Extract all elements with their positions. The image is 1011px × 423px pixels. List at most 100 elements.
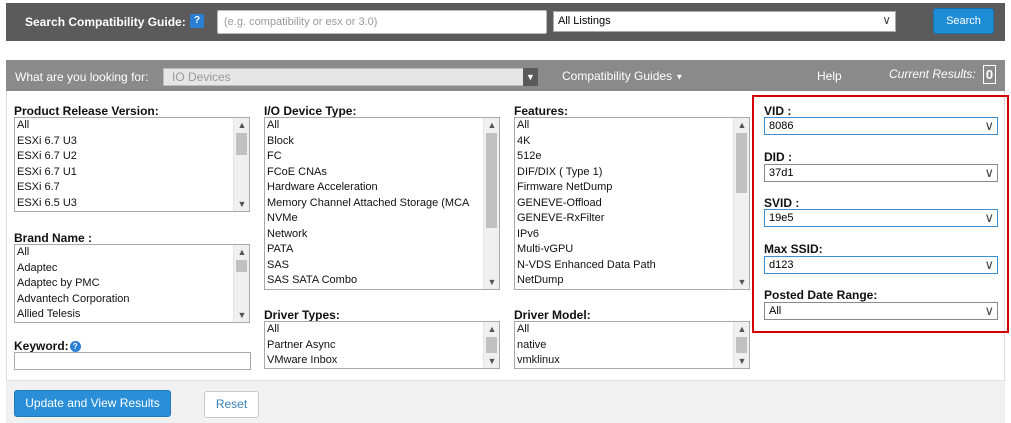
list-item[interactable]: All xyxy=(265,322,499,338)
scroll-down-icon[interactable]: ▼ xyxy=(484,354,499,368)
listings-select-value: All Listings xyxy=(558,15,611,27)
update-results-button[interactable]: Update and View Results xyxy=(14,390,171,417)
list-item[interactable]: Advantech Corporation xyxy=(15,292,249,308)
brand-name-listbox[interactable]: All Adaptec Adaptec by PMC Advantech Cor… xyxy=(14,244,250,323)
vid-select[interactable]: 8086 ∨ xyxy=(764,117,998,135)
scroll-thumb[interactable] xyxy=(736,337,747,353)
list-item[interactable]: ESXi 6.7 U1 xyxy=(15,165,249,181)
scroll-thumb[interactable] xyxy=(236,260,247,272)
list-item[interactable]: Memory Channel Attached Storage (MCA xyxy=(265,196,499,212)
list-item[interactable]: 4K xyxy=(515,134,749,150)
scrollbar[interactable]: ▲ ▼ xyxy=(483,322,499,368)
scrollbar[interactable]: ▲ ▼ xyxy=(233,118,249,211)
list-item[interactable]: N-VDS Enhanced Data Path xyxy=(515,258,749,274)
list-item[interactable]: All xyxy=(515,322,749,338)
posted-date-label: Posted Date Range: xyxy=(764,288,878,302)
scroll-down-icon[interactable]: ▼ xyxy=(734,275,749,289)
scrollbar[interactable]: ▲ ▼ xyxy=(733,322,749,368)
list-item[interactable]: NetDump xyxy=(515,273,749,289)
list-item[interactable]: FCoE CNAs xyxy=(265,165,499,181)
search-button[interactable]: Search xyxy=(933,8,994,34)
scroll-down-icon[interactable]: ▼ xyxy=(734,354,749,368)
list-item[interactable]: SAS xyxy=(265,258,499,274)
chevron-down-icon: ∨ xyxy=(984,257,994,272)
scrollbar[interactable]: ▲ ▼ xyxy=(483,118,499,289)
list-item[interactable]: Adaptec xyxy=(15,261,249,277)
scroll-thumb[interactable] xyxy=(736,133,747,193)
listings-select[interactable]: All Listings ∨ xyxy=(553,11,896,32)
list-item[interactable]: GENEVE-Offload xyxy=(515,196,749,212)
scroll-up-icon[interactable]: ▲ xyxy=(484,118,499,132)
list-item[interactable]: Firmware NetDump xyxy=(515,180,749,196)
driver-types-label: Driver Types: xyxy=(264,308,340,322)
device-type-select[interactable]: IO Devices ▼ xyxy=(163,68,538,86)
compatibility-guides-label: Compatibility Guides xyxy=(562,69,673,83)
list-item[interactable]: Partner Async xyxy=(265,338,499,354)
max-ssid-select[interactable]: d123 ∨ xyxy=(764,256,998,274)
list-item[interactable]: vmklinux xyxy=(515,353,749,368)
scroll-thumb[interactable] xyxy=(486,133,497,228)
guide-nav-bar: What are you looking for: IO Devices ▼ C… xyxy=(6,60,1005,91)
posted-date-select[interactable]: All ∨ xyxy=(764,302,998,320)
scroll-down-icon[interactable]: ▼ xyxy=(234,197,249,211)
reset-button[interactable]: Reset xyxy=(204,391,259,418)
list-item[interactable]: NVMe xyxy=(265,211,499,227)
help-link[interactable]: Help xyxy=(817,69,842,83)
svid-select[interactable]: 19e5 ∨ xyxy=(764,209,998,227)
list-item[interactable]: Adaptec by PMC xyxy=(15,276,249,292)
vid-label: VID : xyxy=(764,104,792,118)
help-icon[interactable]: ? xyxy=(69,341,81,352)
list-item[interactable]: native xyxy=(515,338,749,354)
scroll-up-icon[interactable]: ▲ xyxy=(234,245,249,259)
list-item[interactable]: All xyxy=(515,118,749,134)
did-select[interactable]: 37d1 ∨ xyxy=(764,164,998,182)
search-input[interactable] xyxy=(217,10,547,34)
list-item[interactable]: IPv6 xyxy=(515,227,749,243)
scrollbar[interactable]: ▲ ▼ xyxy=(733,118,749,289)
list-item[interactable]: Network xyxy=(265,227,499,243)
driver-types-listbox[interactable]: All Partner Async VMware Inbox ▲ ▼ xyxy=(264,321,500,369)
help-icon[interactable]: ? xyxy=(190,14,204,28)
list-item[interactable]: ESXi 6.7 xyxy=(15,180,249,196)
scroll-up-icon[interactable]: ▲ xyxy=(734,322,749,336)
driver-model-listbox[interactable]: All native vmklinux ▲ ▼ xyxy=(514,321,750,369)
compatibility-guides-menu[interactable]: Compatibility Guides ▼ xyxy=(562,69,683,83)
scrollbar[interactable]: ▲ ▼ xyxy=(233,245,249,322)
list-item[interactable]: VMware Inbox xyxy=(265,353,499,368)
list-item[interactable]: ESXi 6.7 U2 xyxy=(15,149,249,165)
list-item[interactable]: All xyxy=(265,118,499,134)
list-item[interactable]: SAS SATA Combo xyxy=(265,273,499,289)
list-item[interactable]: All xyxy=(15,245,249,261)
current-results-label: Current Results: xyxy=(889,67,976,81)
list-item[interactable]: Block xyxy=(265,134,499,150)
scroll-thumb[interactable] xyxy=(486,337,497,353)
scroll-thumb[interactable] xyxy=(236,133,247,155)
device-type-value: IO Devices xyxy=(172,70,231,84)
list-item[interactable]: Allied Telesis xyxy=(15,307,249,322)
list-item[interactable]: All xyxy=(15,118,249,134)
dropdown-arrow-icon: ▼ xyxy=(523,68,538,86)
scroll-down-icon[interactable]: ▼ xyxy=(234,308,249,322)
list-item[interactable]: ESXi 6.5 U3 xyxy=(15,196,249,212)
keyword-label: Keyword:? xyxy=(14,339,81,353)
io-device-type-listbox[interactable]: All Block FC FCoE CNAs Hardware Accelera… xyxy=(264,117,500,290)
list-item[interactable]: PATA xyxy=(265,242,499,258)
keyword-label-text: Keyword: xyxy=(14,339,69,353)
product-release-listbox[interactable]: All ESXi 6.7 U3 ESXi 6.7 U2 ESXi 6.7 U1 … xyxy=(14,117,250,212)
list-item[interactable]: Hardware Acceleration xyxy=(265,180,499,196)
list-item[interactable]: GENEVE-RxFilter xyxy=(515,211,749,227)
keyword-input[interactable] xyxy=(14,352,251,370)
list-item[interactable]: 512e xyxy=(515,149,749,165)
chevron-down-icon: ∨ xyxy=(984,210,994,225)
search-label: Search Compatibility Guide: xyxy=(25,15,186,29)
features-listbox[interactable]: All 4K 512e DIF/DIX ( Type 1) Firmware N… xyxy=(514,117,750,290)
list-item[interactable]: Multi-vGPU xyxy=(515,242,749,258)
scroll-up-icon[interactable]: ▲ xyxy=(734,118,749,132)
scroll-up-icon[interactable]: ▲ xyxy=(234,118,249,132)
list-item[interactable]: ESXi 6.7 U3 xyxy=(15,134,249,150)
scroll-up-icon[interactable]: ▲ xyxy=(484,322,499,336)
list-item[interactable]: DIF/DIX ( Type 1) xyxy=(515,165,749,181)
scroll-down-icon[interactable]: ▼ xyxy=(484,275,499,289)
list-item[interactable]: FC xyxy=(265,149,499,165)
chevron-down-icon: ∨ xyxy=(882,13,891,27)
